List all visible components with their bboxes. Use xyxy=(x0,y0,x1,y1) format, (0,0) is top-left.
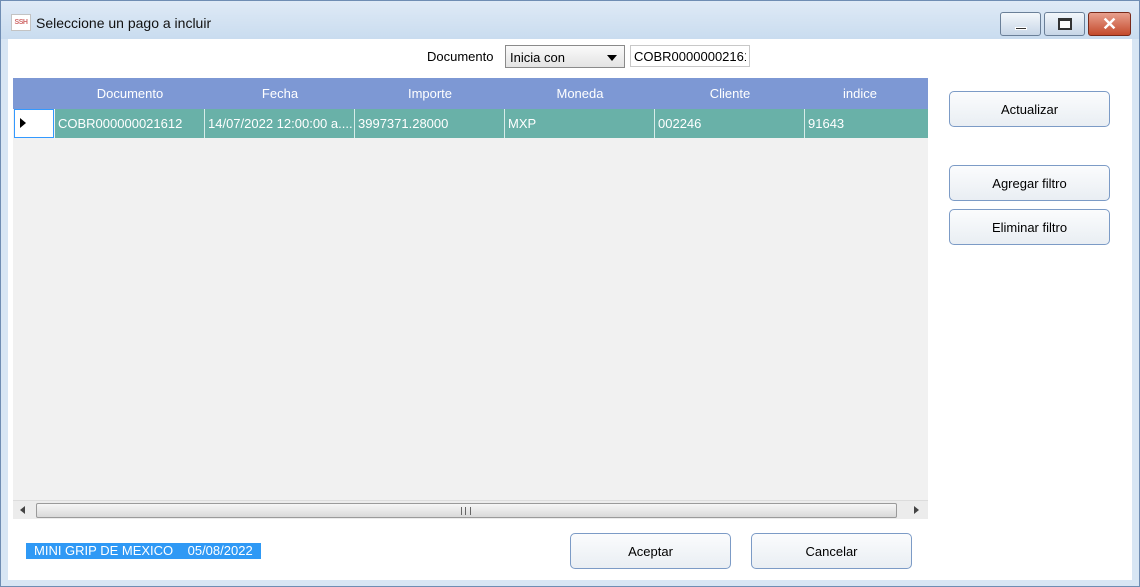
maximize-icon xyxy=(1058,18,1072,30)
minimize-button[interactable] xyxy=(1000,12,1041,36)
cell-importe[interactable]: 3997371.28000 xyxy=(355,109,505,138)
column-header-cliente[interactable]: Cliente xyxy=(655,78,805,109)
dialog-window: SSH Seleccione un pago a incluir ✕ Docum… xyxy=(0,0,1140,587)
cell-documento[interactable]: COBR000000021612 xyxy=(55,109,205,138)
grid-header: Documento Fecha Importe Moneda Cliente i… xyxy=(13,78,928,109)
remove-filter-button[interactable]: Eliminar filtro xyxy=(949,209,1110,245)
column-header-documento[interactable]: Documento xyxy=(55,78,205,109)
company-date-label: MINI GRIP DE MEXICO 05/08/2022 xyxy=(34,543,253,558)
column-header-importe[interactable]: Importe xyxy=(355,78,505,109)
scroll-left-icon[interactable] xyxy=(20,506,25,514)
cell-moneda[interactable]: MXP xyxy=(505,109,655,138)
scroll-right-icon[interactable] xyxy=(914,506,919,514)
add-filter-button[interactable]: Agregar filtro xyxy=(949,165,1110,201)
refresh-button[interactable]: Actualizar xyxy=(949,91,1110,127)
filter-operator-select[interactable]: Inicia con xyxy=(505,45,625,68)
maximize-button[interactable] xyxy=(1044,12,1085,36)
app-icon: SSH xyxy=(11,14,31,31)
chevron-down-icon xyxy=(607,55,617,61)
column-header-fecha[interactable]: Fecha xyxy=(205,78,355,109)
title-bar[interactable]: SSH Seleccione un pago a incluir ✕ xyxy=(1,1,1139,39)
table-row[interactable]: COBR000000021612 14/07/2022 12:00:00 a..… xyxy=(55,109,928,138)
filter-value-input[interactable] xyxy=(630,45,750,67)
horizontal-scrollbar[interactable] xyxy=(13,500,928,519)
status-badge: MINI GRIP DE MEXICO 05/08/2022 xyxy=(26,543,261,559)
cell-fecha[interactable]: 14/07/2022 12:00:00 a.... xyxy=(205,109,355,138)
scrollbar-thumb[interactable] xyxy=(36,503,897,518)
filter-field-label: Documento xyxy=(427,49,494,64)
close-button[interactable]: ✕ xyxy=(1088,12,1131,36)
minimize-icon xyxy=(1015,27,1027,30)
payments-grid: Documento Fecha Importe Moneda Cliente i… xyxy=(13,78,928,519)
cell-cliente[interactable]: 002246 xyxy=(655,109,805,138)
window-title: Seleccione un pago a incluir xyxy=(36,15,212,31)
cancel-button[interactable]: Cancelar xyxy=(751,533,912,569)
grip-icon xyxy=(461,507,471,515)
accept-button[interactable]: Aceptar xyxy=(570,533,731,569)
close-icon: ✕ xyxy=(1101,14,1118,34)
row-selector[interactable] xyxy=(14,109,54,138)
current-row-arrow-icon xyxy=(20,118,26,128)
filter-operator-value: Inicia con xyxy=(510,50,565,65)
column-header-moneda[interactable]: Moneda xyxy=(505,78,655,109)
cell-indice[interactable]: 91643 xyxy=(805,109,928,138)
column-header-indice[interactable]: indice xyxy=(805,78,915,109)
